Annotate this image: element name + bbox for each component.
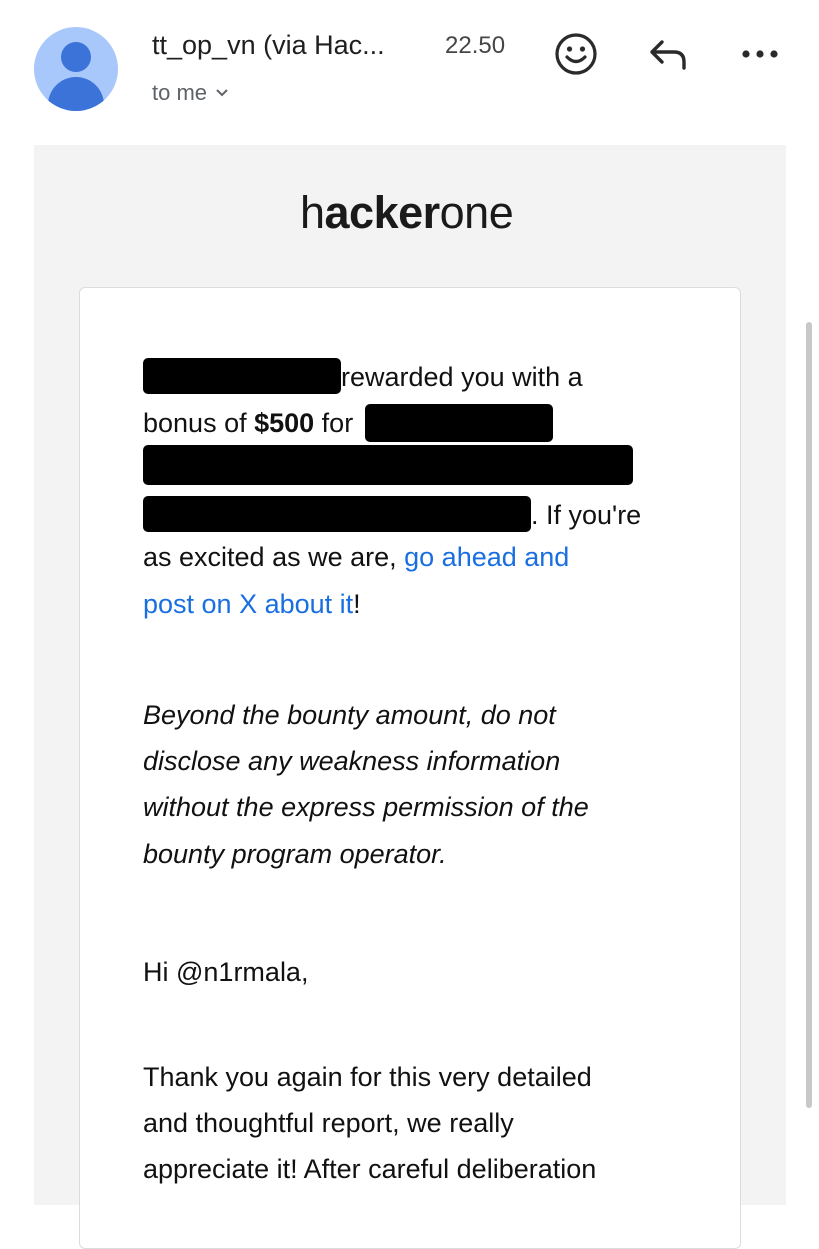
if-youre-text: . If you're — [531, 500, 642, 530]
redacted-report-title-3 — [143, 496, 531, 532]
redacted-program — [143, 358, 341, 394]
person-icon-body — [48, 77, 104, 111]
greeting: Hi @n1rmala, — [143, 957, 309, 987]
disclaimer-line: bounty program operator. — [143, 839, 447, 869]
reward-line-4: . If you're — [143, 496, 641, 532]
share-on-x-link-cont[interactable]: post on X about it — [143, 589, 353, 619]
redacted-report-title-1 — [364, 404, 553, 442]
smiley-icon — [555, 33, 597, 75]
reply-button[interactable] — [646, 34, 690, 74]
message-line: Thank you again for this very detailed — [143, 1062, 592, 1092]
redacted-report-title-2 — [143, 445, 633, 485]
chevron-down-icon — [216, 89, 228, 97]
recipient-toggle[interactable]: to me — [152, 80, 229, 106]
message-line: appreciate it! After careful deliberatio… — [143, 1154, 597, 1184]
logo-one: one — [439, 187, 514, 238]
exclaim-text: ! — [353, 589, 361, 619]
bonus-amount: $500 — [254, 408, 315, 438]
recipient-label: to me — [152, 80, 208, 105]
reward-line-1: rewarded you with a — [143, 358, 583, 394]
message-line: and thoughtful report, we really — [143, 1108, 514, 1138]
reward-line-5: as excited as we are, go ahead and — [143, 542, 569, 573]
add-reaction-button[interactable] — [554, 32, 598, 76]
logo-h: h — [300, 187, 325, 238]
disclaimer-line: Beyond the bounty amount, do not — [143, 700, 556, 730]
bonus-prefix: bonus of — [143, 408, 255, 438]
person-icon-head — [61, 42, 91, 72]
reward-line-6: post on X about it! — [143, 589, 361, 620]
scrollbar[interactable] — [806, 322, 812, 1108]
excited-text: as excited as we are, — [143, 542, 405, 572]
for-text: for — [314, 408, 354, 438]
share-on-x-link[interactable]: go ahead and — [404, 542, 569, 572]
logo-acker: acker — [324, 187, 441, 238]
reply-icon — [650, 40, 686, 70]
disclaimer-line: without the express permission of the — [143, 792, 589, 822]
avatar[interactable] — [34, 27, 118, 111]
disclaimer-line: disclose any weakness information — [143, 746, 561, 776]
more-dots-icon — [742, 50, 778, 58]
hackerone-logo: hackerone — [300, 187, 514, 239]
sender-name[interactable]: tt_op_vn (via Hac... — [152, 30, 385, 61]
more-options-button[interactable] — [738, 34, 782, 74]
rewarded-text: rewarded you with a — [341, 362, 583, 392]
reward-line-2: bonus of $500 for — [143, 404, 553, 442]
timestamp: 22.50 — [445, 32, 506, 59]
